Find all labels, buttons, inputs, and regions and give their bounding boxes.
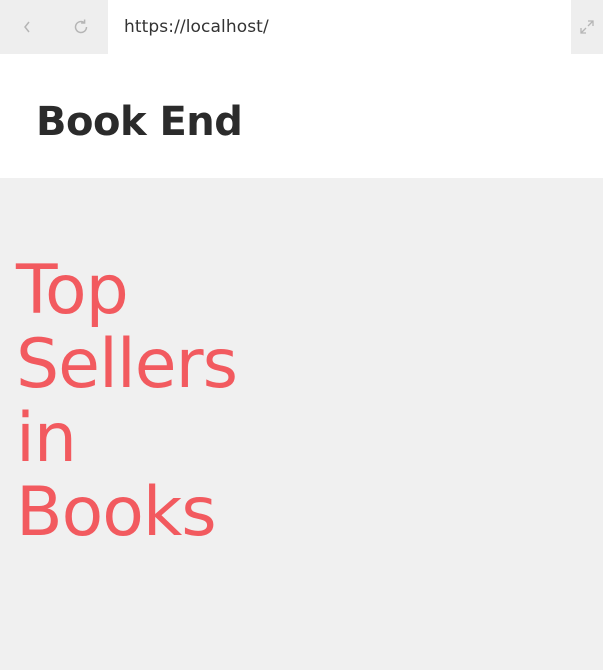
- back-button[interactable]: [0, 0, 54, 54]
- reload-icon: [74, 19, 88, 34]
- url-text: https://localhost/: [124, 17, 269, 37]
- expand-button[interactable]: [571, 0, 603, 54]
- chevron-left-icon: [24, 21, 30, 33]
- site-title: Book End: [36, 99, 243, 145]
- address-bar[interactable]: https://localhost/: [108, 0, 571, 54]
- hero-section: Top Sellers in Books: [0, 178, 603, 670]
- hero-heading-line: in: [16, 399, 77, 478]
- reload-button[interactable]: [54, 0, 108, 54]
- hero-heading: Top Sellers in Books: [16, 251, 238, 552]
- site-header: Book End: [0, 54, 603, 178]
- hero-heading-line: Top: [16, 251, 129, 330]
- hero-heading-line: Books: [16, 473, 217, 552]
- hero-heading-line: Sellers: [16, 325, 238, 404]
- expand-icon: [580, 20, 594, 34]
- browser-toolbar: https://localhost/: [0, 0, 603, 54]
